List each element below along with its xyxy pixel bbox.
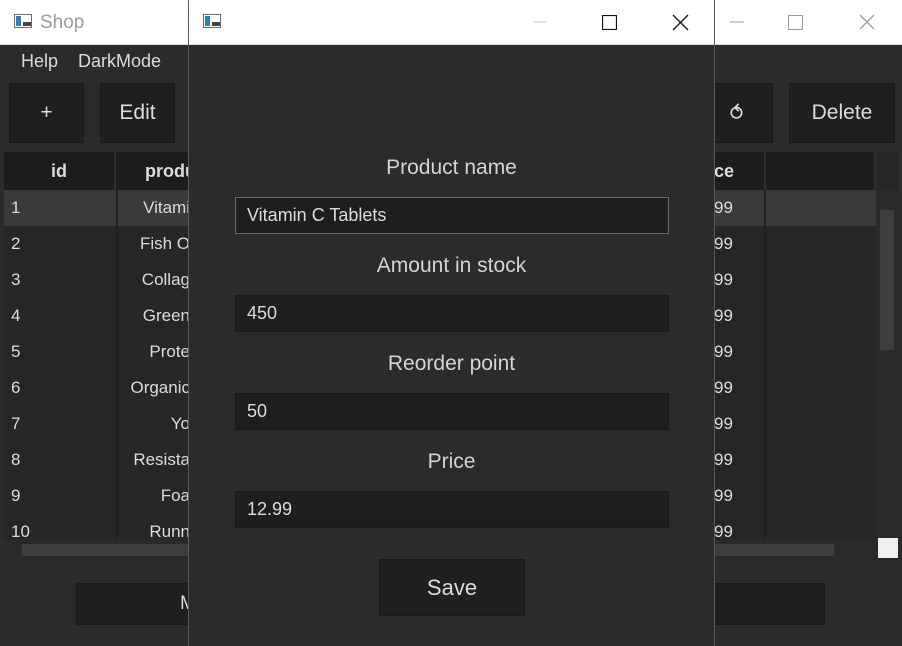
product-name-label: Product name (386, 156, 517, 179)
price-label: Price (427, 450, 476, 473)
cell-price[interactable]: 99 (714, 406, 762, 442)
amount-in-stock-input[interactable] (235, 295, 669, 332)
dialog-maximize-button[interactable] (576, 0, 642, 44)
cell-price[interactable]: 99 (714, 370, 762, 406)
delete-button[interactable]: Delete (789, 83, 895, 143)
reorder-point-label: Reorder point (387, 352, 516, 375)
close-icon (672, 14, 688, 30)
edit-button[interactable]: Edit (100, 83, 175, 143)
cell-id[interactable]: 1 (11, 190, 111, 226)
reorder-point-input[interactable] (235, 393, 669, 430)
cell-price[interactable]: 99 (714, 334, 762, 370)
cell-price[interactable]: 99 (714, 226, 762, 262)
save-button-label: Save (426, 574, 478, 600)
edit-button-label: Edit (119, 101, 156, 124)
cell-product[interactable]: Yo (118, 406, 190, 442)
delete-button-label: Delete (811, 101, 873, 124)
refresh-icon: ⥀ (729, 102, 744, 125)
app-icon (14, 14, 32, 28)
bottom-left-button[interactable]: M (76, 583, 196, 625)
cell-product[interactable]: Fish O (118, 226, 190, 262)
vertical-scroll-thumb[interactable] (880, 210, 894, 350)
vertical-scrollbar[interactable] (876, 190, 898, 542)
amount-in-stock-label: Amount in stock (376, 254, 527, 277)
app-icon (203, 14, 221, 28)
column-header-extra (766, 152, 876, 190)
cell-product[interactable]: Foa (118, 478, 190, 514)
cell-price[interactable]: 99 (714, 442, 762, 478)
cell-product[interactable]: Vitami (118, 190, 190, 226)
cell-id[interactable]: 2 (11, 226, 111, 262)
column-separator (116, 190, 118, 560)
price-input[interactable] (235, 491, 669, 528)
close-icon (859, 14, 875, 30)
column-separator (764, 190, 766, 560)
save-button[interactable]: Save (379, 559, 525, 616)
cell-id[interactable]: 9 (11, 478, 111, 514)
menu-darkmode[interactable]: DarkMode (78, 51, 161, 72)
window-title: Shop (40, 12, 85, 33)
cell-id[interactable]: 7 (11, 406, 111, 442)
add-button-label: + (40, 101, 53, 124)
column-header-price[interactable]: ce (714, 152, 766, 190)
cell-id[interactable]: 3 (11, 262, 111, 298)
column-header-product[interactable]: produ (116, 152, 196, 190)
bottom-right-button[interactable] (713, 583, 825, 625)
edit-product-dialog: Product name Amount in stock Reorder poi… (188, 0, 715, 646)
maximize-icon (787, 14, 803, 30)
cell-id[interactable]: 8 (11, 442, 111, 478)
cell-id[interactable]: 6 (11, 370, 111, 406)
add-button[interactable]: + (9, 83, 84, 143)
dialog-titlebar (189, 0, 714, 45)
cell-product[interactable]: Prote (118, 334, 190, 370)
column-header-id[interactable]: id (4, 152, 116, 190)
cell-id[interactable]: 5 (11, 334, 111, 370)
cell-price[interactable]: 99 (714, 478, 762, 514)
maximize-icon (601, 14, 617, 30)
close-button[interactable] (834, 0, 900, 44)
product-name-input[interactable] (235, 197, 669, 234)
maximize-button[interactable] (762, 0, 828, 44)
cell-product[interactable]: Collag (118, 262, 190, 298)
dialog-close-button[interactable] (647, 0, 713, 44)
cell-product[interactable]: Resista (118, 442, 190, 478)
cell-price[interactable]: 99 (714, 262, 762, 298)
scrollbar-corner (878, 538, 898, 558)
cell-extra[interactable] (766, 190, 876, 226)
menu-help[interactable]: Help (21, 51, 58, 72)
dialog-minimize-button[interactable] (507, 0, 573, 44)
cell-id[interactable]: 4 (11, 298, 111, 334)
cell-product[interactable]: Green (118, 298, 190, 334)
cell-price[interactable]: 99 (714, 298, 762, 334)
minimize-icon (533, 21, 547, 23)
cell-product[interactable]: Organic (118, 370, 190, 406)
minimize-icon (730, 21, 744, 23)
cell-price[interactable]: 99 (714, 190, 762, 226)
